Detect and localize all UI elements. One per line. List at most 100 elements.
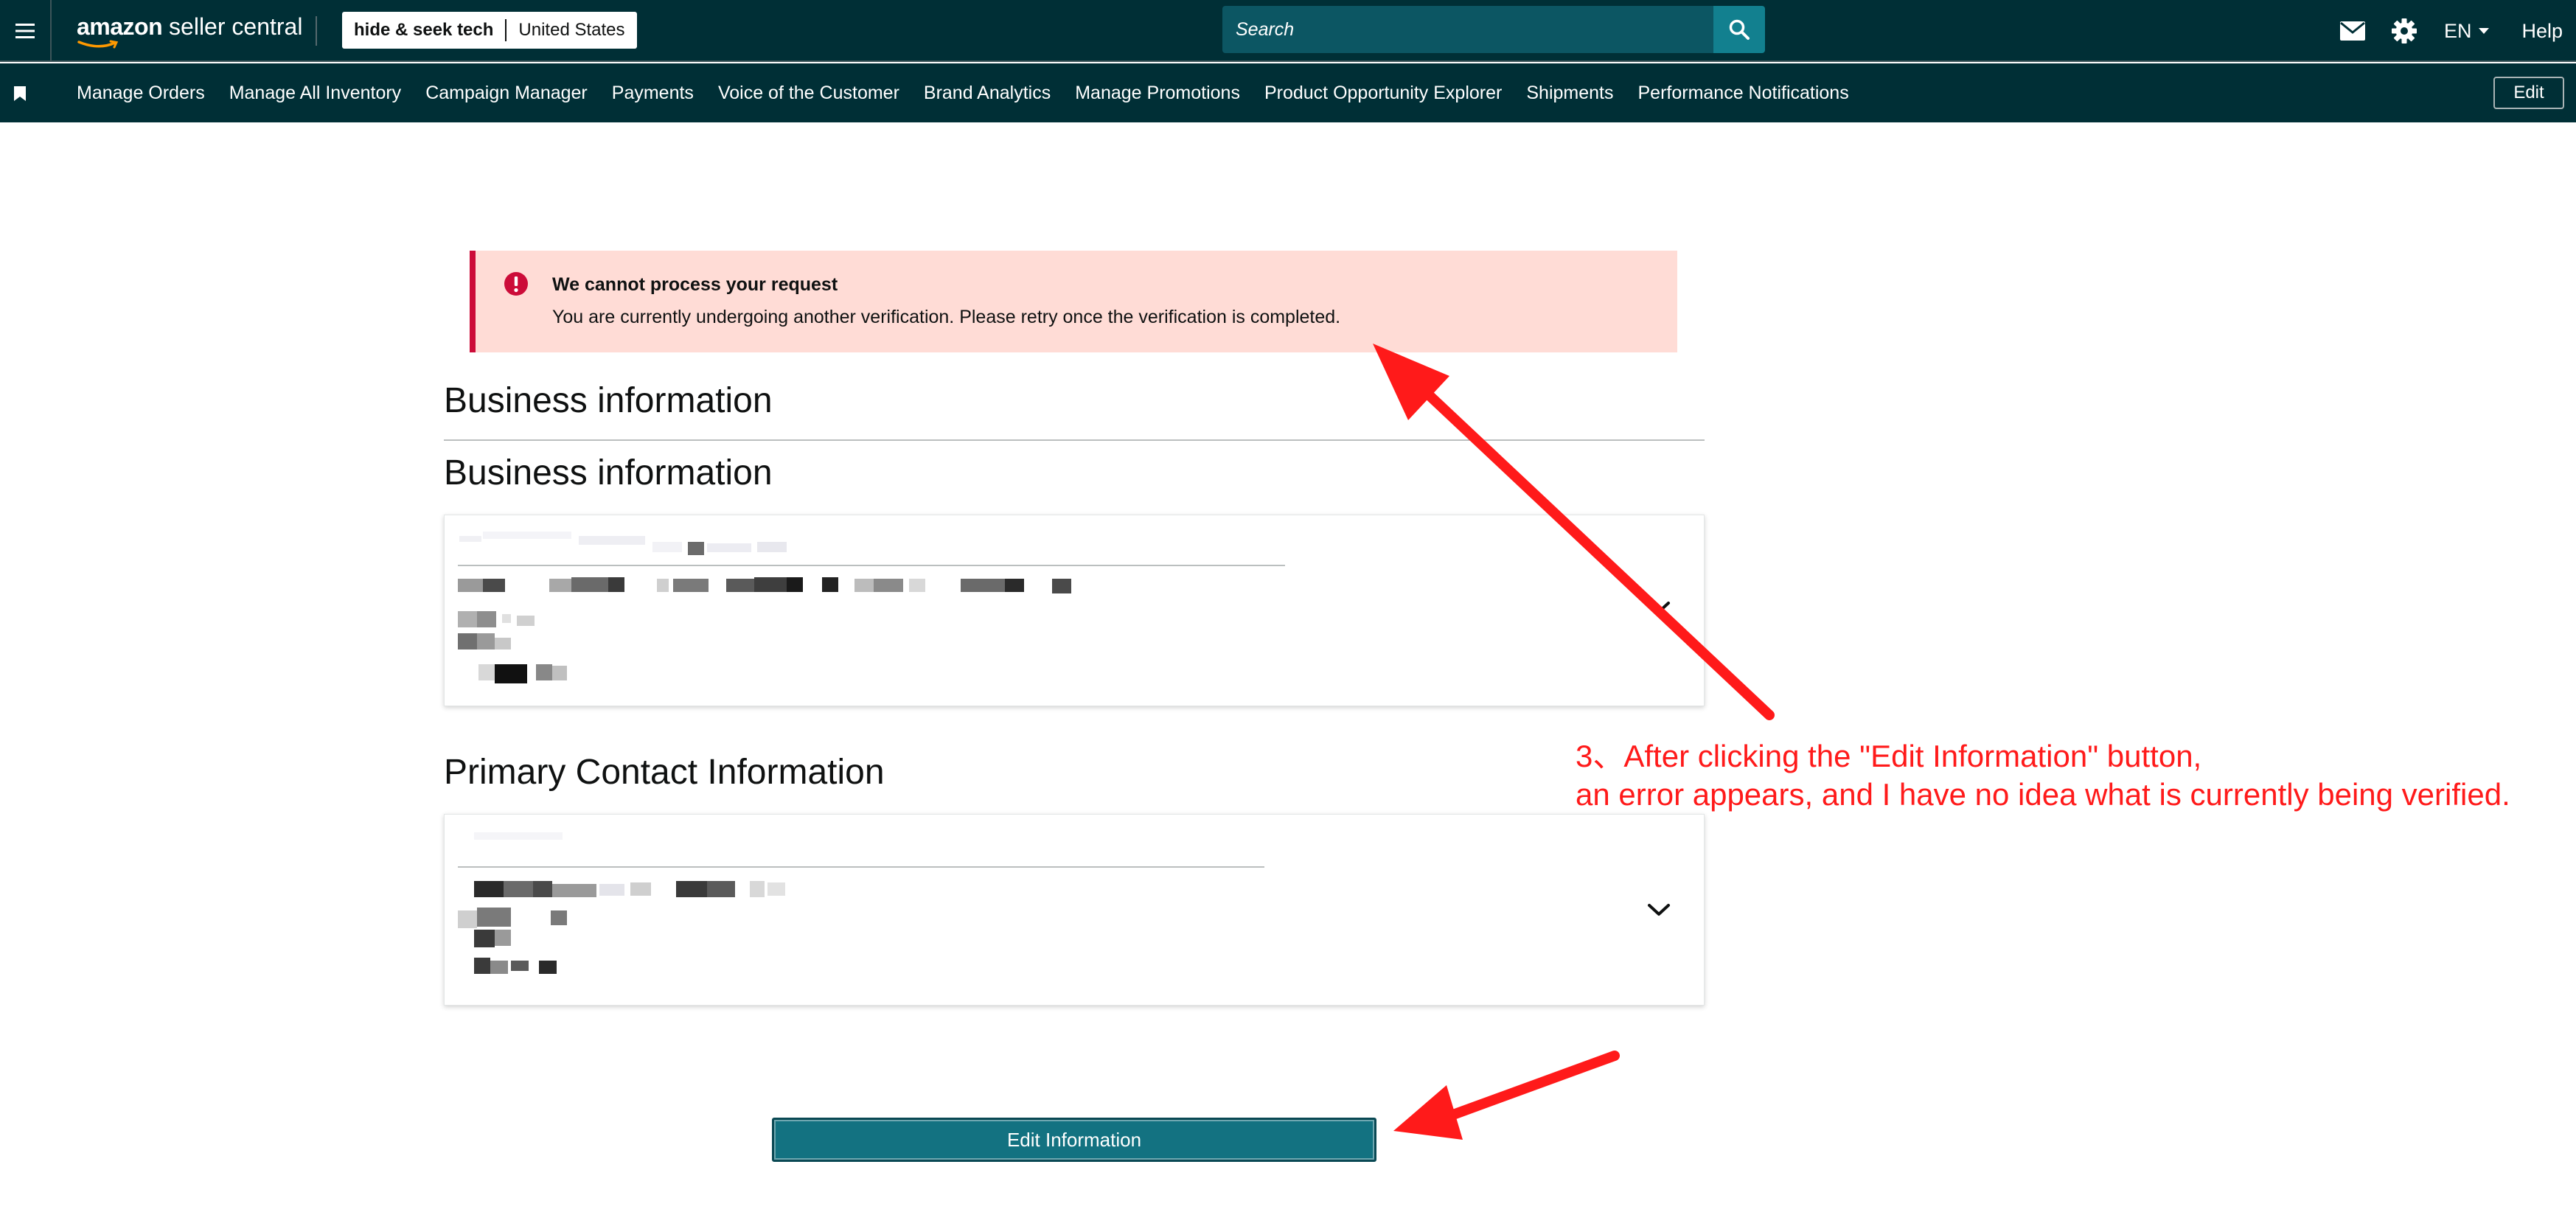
- redaction-block: [458, 910, 477, 928]
- nav-item-manage-orders[interactable]: Manage Orders: [77, 83, 205, 104]
- redaction-block: [549, 579, 571, 592]
- menu-icon[interactable]: [0, 0, 52, 62]
- redaction-block: [599, 884, 624, 896]
- redaction-block: [909, 579, 925, 592]
- nav-item-shipments[interactable]: Shipments: [1526, 83, 1613, 104]
- redaction-block: [676, 881, 707, 897]
- redaction-block: [726, 579, 754, 592]
- search-input[interactable]: [1222, 6, 1713, 53]
- nav-item-voice-of-the-customer[interactable]: Voice of the Customer: [718, 83, 899, 104]
- alert-message: You are currently undergoing another ver…: [552, 307, 1341, 327]
- redaction-block: [874, 579, 903, 592]
- redaction-block: [571, 577, 608, 592]
- nav-edit-button[interactable]: Edit: [2493, 77, 2564, 109]
- redaction-block: [495, 930, 511, 946]
- primary-contact-heading: Primary Contact Information: [444, 753, 885, 792]
- nav-item-brand-analytics[interactable]: Brand Analytics: [924, 83, 1051, 104]
- redaction-block: [511, 961, 529, 971]
- redaction-block: [504, 881, 533, 897]
- redacted-contact-details: [458, 878, 871, 996]
- redaction-block: [477, 908, 511, 927]
- alert-title: We cannot process your request: [552, 274, 838, 295]
- title-divider: [444, 439, 1705, 441]
- primary-contact-card[interactable]: [444, 814, 1705, 1006]
- nav-item-performance-notifications[interactable]: Performance Notifications: [1637, 83, 1848, 104]
- redaction-block: [478, 664, 495, 680]
- store-separator: [505, 19, 507, 41]
- redaction-block: [474, 832, 563, 840]
- nav-item-payments[interactable]: Payments: [612, 83, 694, 104]
- redaction-block: [630, 882, 651, 896]
- redaction-block: [533, 881, 552, 897]
- store-name: hide & seek tech: [354, 20, 494, 40]
- logo-product: seller central: [162, 13, 303, 40]
- search-icon: [1729, 19, 1750, 40]
- redaction-block: [767, 882, 785, 896]
- header-actions: EN Help: [2339, 0, 2576, 62]
- language-selector[interactable]: EN: [2444, 20, 2490, 43]
- redaction-block: [517, 616, 535, 626]
- nav-item-manage-promotions[interactable]: Manage Promotions: [1075, 83, 1240, 104]
- bookmark-icon[interactable]: [13, 86, 27, 102]
- redaction-block: [483, 579, 505, 592]
- help-link[interactable]: Help: [2521, 20, 2563, 43]
- nav-item-campaign-manager[interactable]: Campaign Manager: [425, 83, 588, 104]
- search-bar: [1222, 6, 1765, 53]
- chevron-down-icon[interactable]: [1646, 902, 1671, 918]
- redacted-contact-name: [474, 825, 622, 849]
- redaction-block: [459, 536, 481, 542]
- redaction-block: [477, 633, 495, 649]
- marketplace-name: United States: [518, 20, 625, 40]
- nav-item-manage-all-inventory[interactable]: Manage All Inventory: [229, 83, 401, 104]
- redacted-business-details: [458, 607, 620, 688]
- nav-bar: Manage Orders Manage All Inventory Campa…: [0, 63, 2576, 122]
- amazon-smile-icon: [77, 40, 119, 49]
- nav-item-product-opportunity-explorer[interactable]: Product Opportunity Explorer: [1264, 83, 1502, 104]
- redaction-block: [1005, 579, 1024, 592]
- annotation-arrow-to-button: [1393, 1051, 1620, 1140]
- redaction-block: [652, 542, 682, 552]
- error-icon: [504, 272, 528, 296]
- redaction-block: [579, 536, 645, 545]
- store-selector[interactable]: hide & seek tech United States: [342, 12, 637, 49]
- edit-information-button[interactable]: Edit Information: [772, 1118, 1376, 1162]
- page-title: Business information: [444, 381, 773, 420]
- language-label: EN: [2443, 19, 2472, 42]
- redaction-block: [822, 577, 838, 592]
- redaction-block: [707, 543, 751, 552]
- redaction-block: [495, 664, 527, 683]
- redaction-block: [1052, 579, 1071, 593]
- redaction-block: [474, 930, 495, 947]
- redaction-block: [757, 542, 787, 552]
- chevron-down-icon[interactable]: [1646, 599, 1671, 616]
- redaction-block: [477, 611, 496, 627]
- redaction-block: [961, 579, 1005, 592]
- redaction-block: [552, 884, 596, 897]
- redaction-block: [458, 633, 477, 649]
- mail-icon[interactable]: [2339, 21, 2366, 41]
- redaction-block: [552, 666, 567, 680]
- business-info-heading: Business information: [444, 453, 773, 492]
- chevron-down-icon: [2479, 28, 2490, 34]
- redaction-block: [495, 638, 511, 649]
- error-alert: We cannot process your request You are c…: [470, 251, 1677, 352]
- card-divider: [458, 565, 1285, 566]
- annotation-line-2: an error appears, and I have no idea wha…: [1576, 777, 2510, 812]
- redacted-business-address: [458, 576, 1077, 596]
- redaction-block: [688, 542, 704, 555]
- search-button[interactable]: [1713, 6, 1765, 53]
- redaction-block: [536, 664, 552, 680]
- card-divider: [458, 866, 1264, 868]
- redaction-block: [539, 961, 557, 974]
- gear-icon[interactable]: [2391, 18, 2417, 44]
- redaction-block: [458, 611, 477, 627]
- redaction-block: [707, 881, 735, 897]
- nav-items: Manage Orders Manage All Inventory Campa…: [77, 63, 1873, 122]
- top-header: amazon seller central hide & seek tech U…: [0, 0, 2576, 62]
- business-info-card[interactable]: [444, 515, 1705, 706]
- redaction-block: [657, 579, 669, 592]
- seller-central-logo[interactable]: amazon seller central: [77, 13, 302, 41]
- redaction-block: [490, 961, 508, 974]
- redaction-block: [787, 577, 803, 592]
- annotation-line-1: 3、After clicking the "Edit Information" …: [1576, 739, 2202, 773]
